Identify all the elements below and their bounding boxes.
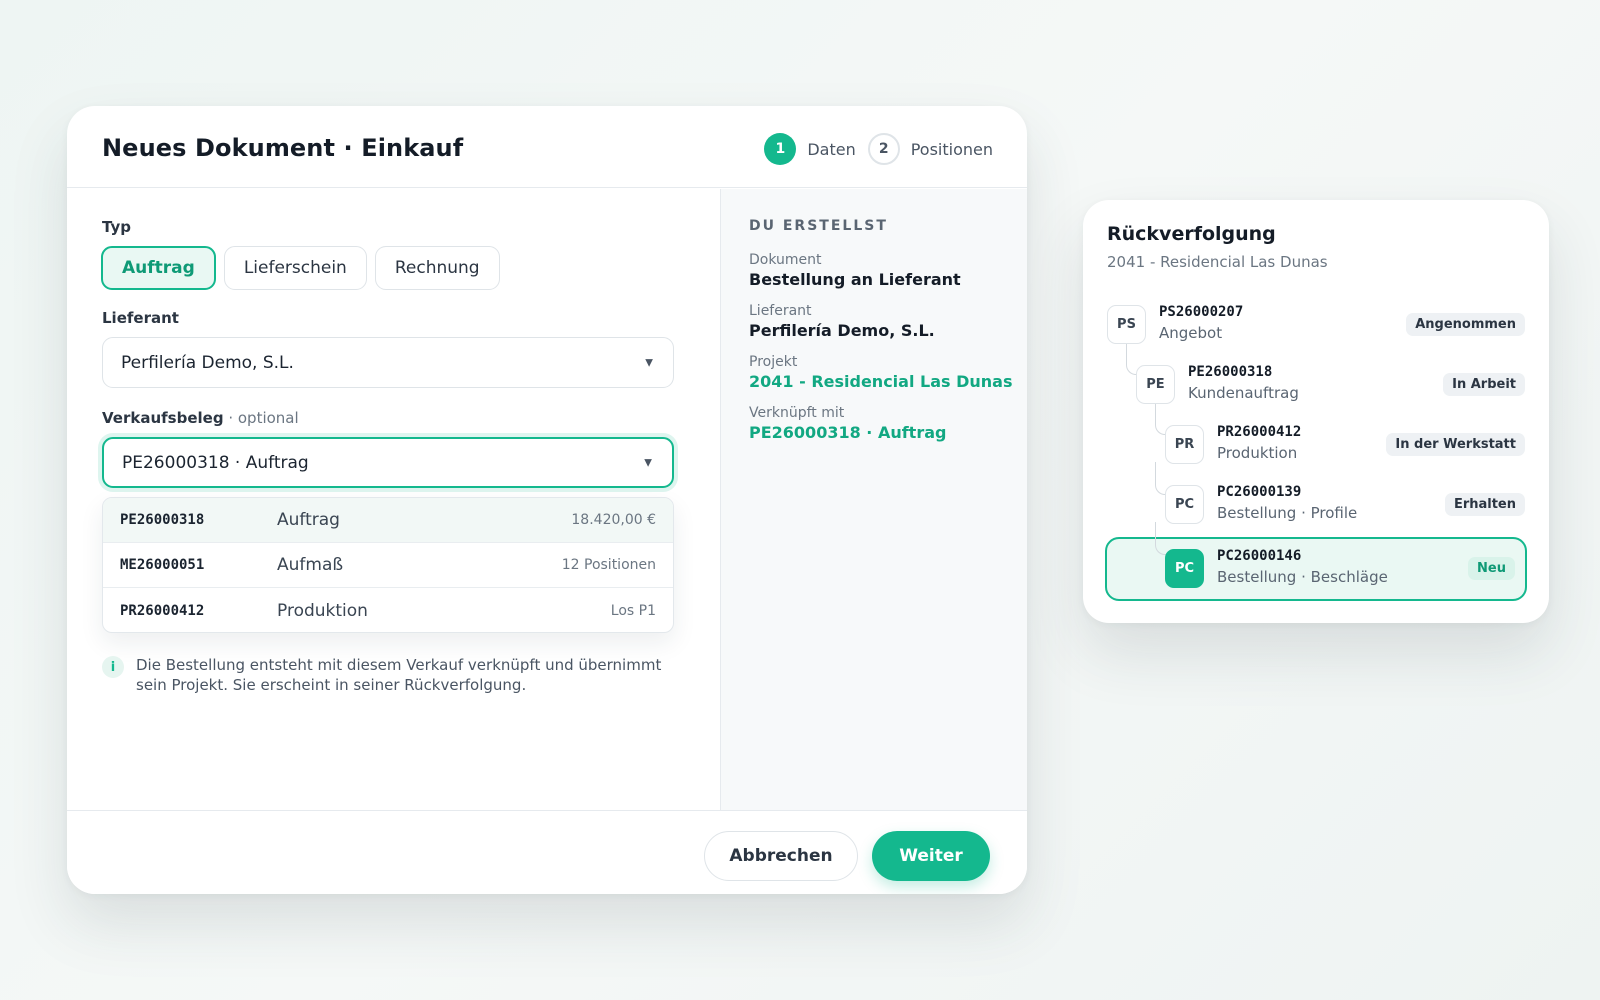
status-badge: Erhalten	[1444, 493, 1525, 516]
summary-heading: DU ERSTELLST	[749, 218, 888, 234]
option-code: ME26000051	[120, 557, 205, 573]
dialog-footer: Abbrechen Weiter	[67, 810, 1027, 894]
trace-node-code: PC26000139	[1217, 484, 1302, 500]
supplier-select[interactable]: Perfilería Demo, S.L. ▼	[102, 337, 674, 388]
doc-type-badge: PR	[1165, 425, 1204, 464]
summary-item-project: Projekt 2041 - Residencial Las Dunas	[749, 353, 1012, 393]
trace-node-code: PE26000318	[1188, 364, 1273, 380]
type-option-lieferschein[interactable]: Lieferschein	[223, 246, 367, 290]
option-code: PE26000318	[120, 512, 205, 528]
summary-value-linked-doc[interactable]: PE26000318 · Auftrag	[749, 422, 946, 444]
step-data[interactable]: 1 Daten	[764, 133, 856, 165]
summary-value: Perfilería Demo, S.L.	[749, 321, 935, 340]
trace-node-desc: Produktion	[1217, 444, 1298, 462]
chevron-down-icon: ▼	[645, 357, 653, 368]
option-meta: 18.420,00 €	[571, 512, 656, 528]
info-icon: i	[102, 656, 124, 678]
sales-doc-label: Verkaufsbeleg · optional	[102, 409, 299, 427]
cancel-button[interactable]: Abbrechen	[704, 831, 858, 881]
doc-type-badge: PE	[1136, 365, 1175, 404]
summary-item-document: Dokument Bestellung an Lieferant	[749, 251, 961, 291]
option-code: PR26000412	[120, 602, 205, 619]
trace-node-new[interactable]: PC PC26000146 Bestellung · Beschläge Neu	[1165, 539, 1515, 599]
stepper: 1 Daten 2 Positionen	[764, 133, 993, 165]
summary-item-linked: Verknüpft mit PE26000318 · Auftrag	[749, 404, 946, 444]
trace-node[interactable]: PR PR26000412 Produktion In der Werkstat…	[1165, 415, 1525, 475]
sales-doc-label-text: Verkaufsbeleg	[102, 409, 224, 427]
summary-item-supplier: Lieferant Perfilería Demo, S.L.	[749, 302, 935, 342]
info-note: i Die Bestellung entsteht mit diesem Ver…	[102, 655, 662, 695]
new-document-dialog: Neues Dokument · Einkauf 1 Daten 2 Posit…	[67, 106, 1027, 894]
option-meta: Los P1	[610, 602, 656, 619]
dialog-title: Neues Dokument · Einkauf	[102, 134, 464, 162]
dropdown-option[interactable]: PR26000412 Produktion Los P1	[103, 588, 673, 632]
trace-node-desc: Bestellung · Beschläge	[1217, 568, 1388, 586]
type-segmented-control: Auftrag Lieferschein Rechnung	[101, 246, 500, 290]
summary-pane: DU ERSTELLST Dokument Bestellung an Lief…	[720, 189, 1027, 810]
trace-node-desc: Kundenauftrag	[1188, 384, 1299, 402]
trace-node[interactable]: PC PC26000139 Bestellung · Profile Erhal…	[1165, 475, 1525, 535]
traceability-card: Rückverfolgung 2041 - Residencial Las Du…	[1083, 200, 1549, 623]
step-positions[interactable]: 2 Positionen	[867, 133, 993, 165]
dropdown-option[interactable]: ME26000051 Aufmaß 12 Positionen	[103, 543, 673, 588]
option-meta: 12 Positionen	[561, 557, 656, 573]
step-number-1: 1	[764, 133, 797, 165]
dropdown-option[interactable]: PE26000318 Auftrag 18.420,00 €	[103, 498, 673, 543]
status-badge: In Arbeit	[1443, 373, 1525, 396]
sales-doc-select[interactable]: PE26000318 · Auftrag ▼	[102, 437, 674, 488]
trace-node[interactable]: PS PS26000207 Angebot Angenommen	[1107, 295, 1525, 355]
info-text: Die Bestellung entsteht mit diesem Verka…	[136, 656, 662, 694]
option-type: Produktion	[277, 600, 368, 621]
sales-doc-dropdown: PE26000318 Auftrag 18.420,00 € ME2600005…	[102, 497, 674, 633]
supplier-label: Lieferant	[102, 309, 179, 327]
status-badge: Neu	[1468, 557, 1515, 580]
chevron-down-icon: ▼	[644, 457, 652, 468]
option-type: Aufmaß	[277, 555, 344, 575]
type-option-rechnung[interactable]: Rechnung	[374, 246, 500, 290]
optional-hint: · optional	[223, 409, 299, 427]
type-option-auftrag[interactable]: Auftrag	[101, 246, 216, 290]
trace-node[interactable]: PE PE26000318 Kundenauftrag In Arbeit	[1136, 355, 1525, 415]
option-type: Auftrag	[277, 510, 340, 530]
summary-value-project-link[interactable]: 2041 - Residencial Las Dunas	[749, 371, 1012, 393]
trace-node-code: PS26000207	[1159, 304, 1244, 320]
doc-type-badge: PC	[1165, 485, 1204, 524]
trace-title: Rückverfolgung	[1107, 223, 1276, 245]
sales-doc-select-value: PE26000318 · Auftrag	[122, 452, 309, 473]
form-pane: Typ Auftrag Lieferschein Rechnung Liefer…	[67, 189, 720, 809]
trace-node-code: PR26000412	[1217, 424, 1302, 440]
summary-label: Projekt	[749, 354, 798, 370]
step-number-2: 2	[867, 133, 900, 165]
supplier-select-value: Perfilería Demo, S.L.	[121, 352, 294, 373]
status-badge: In der Werkstatt	[1386, 433, 1525, 456]
type-label: Typ	[102, 218, 131, 236]
summary-label: Verknüpft mit	[749, 405, 845, 421]
trace-subtitle: 2041 - Residencial Las Dunas	[1107, 253, 1328, 271]
step-label-data: Daten	[807, 139, 856, 159]
trace-node-code: PC26000146	[1217, 548, 1302, 564]
trace-node-desc: Angebot	[1159, 324, 1223, 342]
status-badge: Angenommen	[1406, 313, 1525, 336]
summary-label: Dokument	[749, 252, 822, 268]
doc-type-badge: PC	[1165, 549, 1204, 588]
summary-label: Lieferant	[749, 303, 812, 319]
doc-type-badge: PS	[1107, 305, 1146, 344]
next-button[interactable]: Weiter	[872, 831, 990, 881]
dialog-header: Neues Dokument · Einkauf 1 Daten 2 Posit…	[67, 106, 1027, 188]
trace-node-desc: Bestellung · Profile	[1217, 504, 1358, 522]
step-label-positions: Positionen	[910, 139, 993, 159]
summary-value: Bestellung an Lieferant	[749, 270, 961, 289]
